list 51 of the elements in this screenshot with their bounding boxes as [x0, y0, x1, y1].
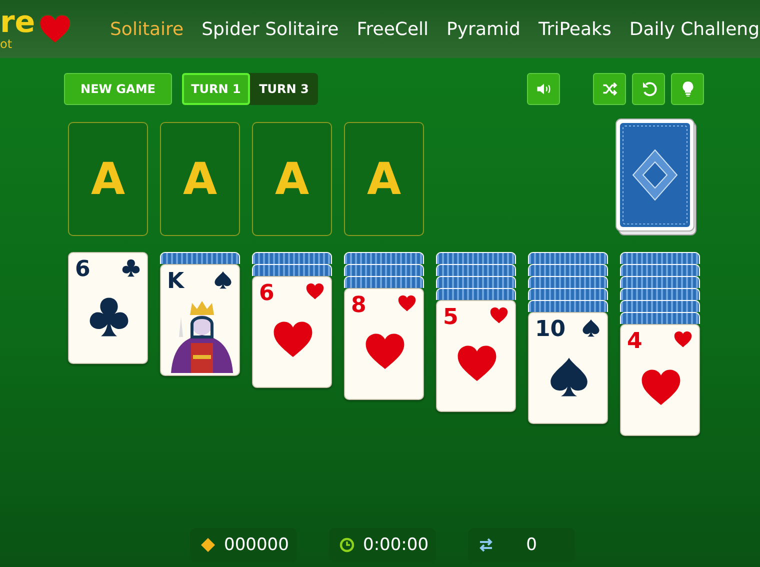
- sound-button[interactable]: [527, 73, 560, 105]
- logo-title: re: [0, 8, 36, 38]
- turn-option[interactable]: TURN 3: [250, 73, 318, 105]
- undo-button[interactable]: [632, 73, 665, 105]
- turn-option[interactable]: TURN 1: [182, 73, 250, 105]
- moves-value: 0: [525, 535, 538, 555]
- card-rank: 6: [75, 257, 90, 282]
- playing-card[interactable]: 6: [68, 252, 148, 364]
- diamond-icon: [200, 537, 216, 553]
- card-rank: K: [167, 269, 184, 294]
- club-icon: [89, 297, 129, 337]
- heart-icon: [39, 14, 72, 44]
- nav-link[interactable]: Pyramid: [446, 18, 520, 40]
- heart-icon: [398, 295, 416, 313]
- foundation-slot[interactable]: A: [68, 122, 148, 236]
- shuffle-icon: [600, 80, 618, 98]
- nav-link[interactable]: Spider Solitaire: [202, 18, 339, 40]
- stock-pile[interactable]: [615, 118, 697, 236]
- spade-icon: [214, 271, 232, 289]
- playing-card[interactable]: 8: [344, 288, 424, 400]
- playing-card[interactable]: 5: [436, 300, 516, 412]
- club-icon: [122, 259, 140, 277]
- playing-card[interactable]: K: [160, 264, 240, 376]
- foundation-slot[interactable]: A: [252, 122, 332, 236]
- time-value: 0:00:00: [363, 535, 429, 555]
- card-rank: 10: [535, 317, 566, 342]
- heart-icon: [674, 331, 692, 349]
- heart-icon: [306, 283, 324, 301]
- spade-icon: [582, 319, 600, 337]
- playing-card[interactable]: 10: [528, 312, 608, 424]
- hint-button[interactable]: [671, 73, 704, 105]
- heart-icon: [490, 307, 508, 325]
- score-value: 000000: [224, 535, 289, 555]
- foundation-slot[interactable]: A: [160, 122, 240, 236]
- card-rank: 6: [259, 281, 274, 306]
- foundation-slot[interactable]: A: [344, 122, 424, 236]
- clock-icon: [339, 537, 355, 553]
- swap-arrows-icon: [478, 537, 494, 553]
- shuffle-button[interactable]: [593, 73, 626, 105]
- playing-card[interactable]: 6: [252, 276, 332, 388]
- nav-link[interactable]: Daily Challeng: [629, 18, 760, 40]
- new-game-button[interactable]: NEW GAME: [64, 73, 172, 105]
- card-rank: 4: [627, 329, 642, 354]
- nav-link[interactable]: TriPeaks: [538, 18, 612, 40]
- spade-icon: [549, 357, 589, 397]
- nav-link[interactable]: FreeCell: [356, 18, 429, 40]
- playing-card[interactable]: 4: [620, 324, 700, 436]
- card-rank: 8: [351, 293, 366, 318]
- logo-tagline: ot: [0, 38, 14, 50]
- nav-link[interactable]: Solitaire: [110, 18, 184, 40]
- card-rank: 5: [443, 305, 458, 330]
